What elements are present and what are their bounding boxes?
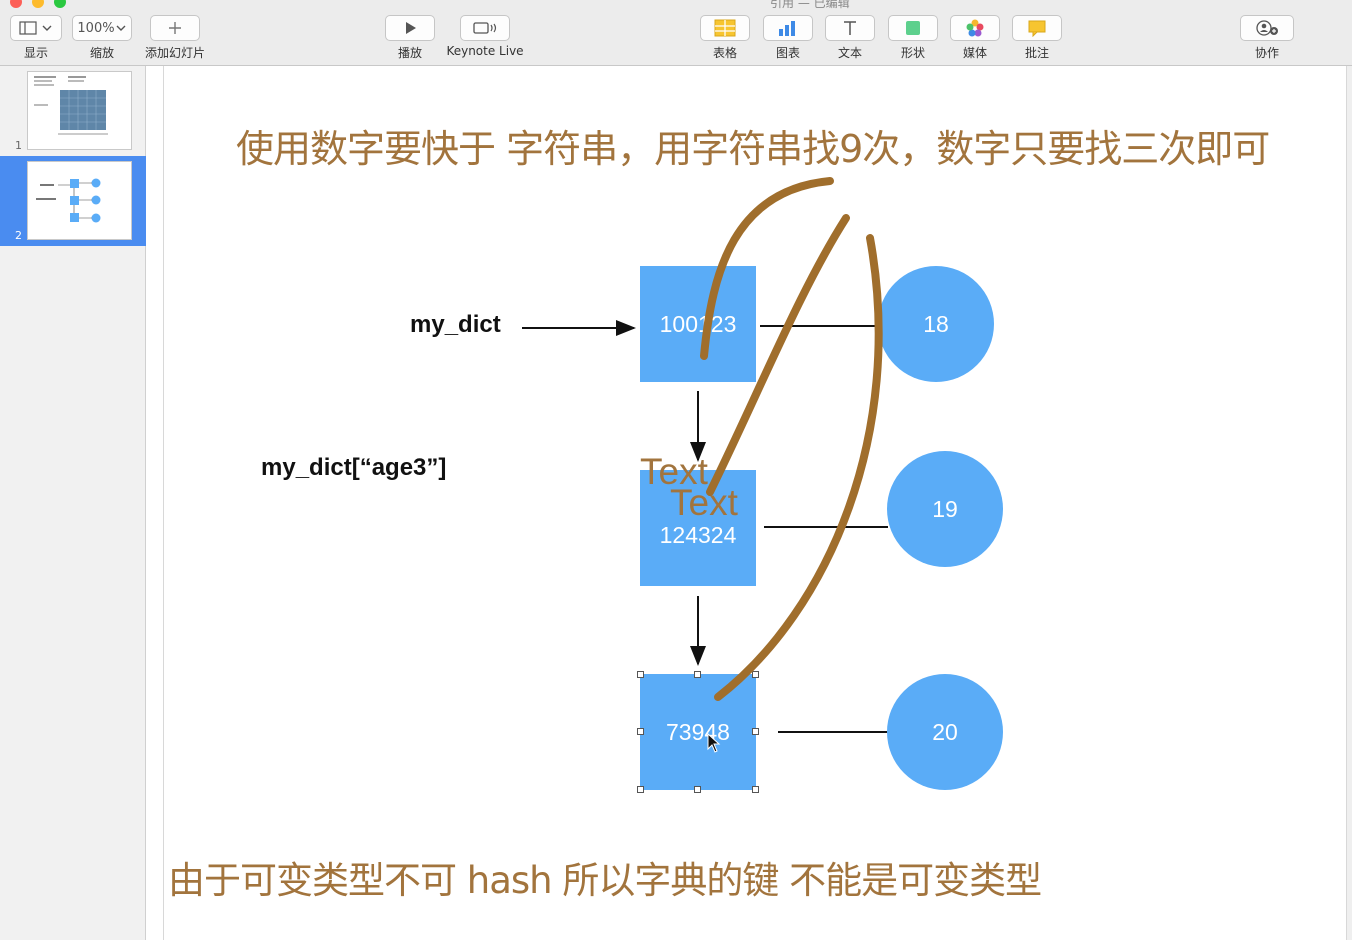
annotation-stroke-2 bbox=[706, 214, 850, 496]
annotation-stroke-1 bbox=[700, 177, 834, 360]
annotation-strokes bbox=[700, 177, 883, 701]
mouse-cursor-icon bbox=[707, 733, 721, 753]
slide-footer-text[interactable]: 由于可变类型不可 hash 所以字典的键 不能是可变类型 bbox=[168, 850, 1042, 904]
